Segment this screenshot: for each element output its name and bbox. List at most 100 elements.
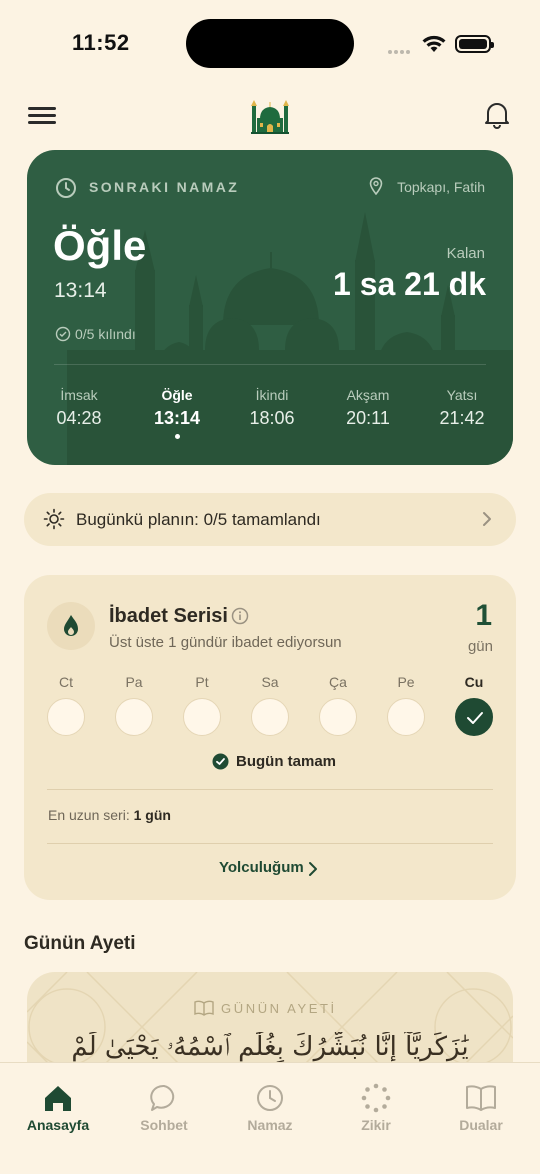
prayer-time-name: Yatsı <box>446 387 478 403</box>
prayer-time-aksam[interactable]: Akşam 20:11 <box>328 387 408 429</box>
sun-icon <box>43 508 65 530</box>
day-label: Ct <box>59 674 73 690</box>
tab-label: Dualar <box>459 1117 503 1133</box>
next-prayer-label: SONRAKI NAMAZ <box>89 179 240 195</box>
day-item[interactable]: Ça <box>319 674 357 736</box>
wifi-icon <box>422 35 446 52</box>
streak-subtitle: Üst üste 1 gündür ibadet ediyorsun <box>109 634 342 651</box>
prayer-time-value: 13:14 <box>153 408 201 428</box>
streak-title: İbadet Serisi <box>109 605 228 627</box>
day-label: Pe <box>397 674 415 690</box>
next-prayer-name: Öğle <box>53 222 147 269</box>
check-circle-icon <box>55 326 71 342</box>
book-icon <box>194 1000 214 1016</box>
bell-icon[interactable] <box>484 101 510 129</box>
prayer-time-value: 04:28 <box>56 408 102 428</box>
day-circle <box>115 698 153 736</box>
flame-icon <box>64 615 78 636</box>
next-prayer-time: 13:14 <box>54 279 107 302</box>
day-label: Ça <box>329 674 347 690</box>
tab-zikir[interactable]: Zikir <box>336 1083 416 1133</box>
day-circle <box>319 698 357 736</box>
divider <box>47 789 493 790</box>
day-item[interactable]: Pe <box>387 674 425 736</box>
prayer-time-name: Öğle <box>161 387 193 403</box>
longest-streak: En uzun seri: 1 gün <box>48 807 171 823</box>
day-circle <box>251 698 289 736</box>
chevron-right-icon <box>483 512 491 526</box>
chevron-right-icon <box>309 862 317 876</box>
prayer-time-yatsi[interactable]: Yatsı 21:42 <box>422 387 502 429</box>
verse-section-heading: Günün Ayeti <box>24 933 136 954</box>
day-item[interactable]: Ct <box>47 674 85 736</box>
performed-count: 0/5 kılındı <box>75 326 136 342</box>
mosque-logo-icon <box>251 100 289 134</box>
day-item[interactable]: Pa <box>115 674 153 736</box>
location-pin-icon <box>369 177 383 195</box>
day-item[interactable]: Sa <box>251 674 289 736</box>
verse-label: GÜNÜN AYETİ <box>221 1001 337 1016</box>
tab-label: Namaz <box>247 1117 293 1133</box>
prayer-time-name: İmsak <box>60 387 98 403</box>
daily-plan-text: Bugünkü planın: 0/5 tamamlandı <box>76 510 321 529</box>
streak-count: 1 <box>475 599 492 632</box>
journey-link[interactable]: Yolculuğum <box>219 859 304 876</box>
prayer-time-ogle[interactable]: Öğle 13:14 <box>137 387 217 439</box>
cellular-signal-icon <box>388 41 412 59</box>
prayer-time-value: 20:11 <box>346 408 390 428</box>
flame-icon-container <box>47 602 95 650</box>
day-label: Sa <box>261 674 279 690</box>
book-icon <box>466 1085 496 1111</box>
status-bar: 11:52 <box>0 0 540 90</box>
tab-label: Zikir <box>361 1117 391 1133</box>
day-circle <box>47 698 85 736</box>
prayer-times-row: İmsak 04:28 Öğle 13:14 İkindi 18:06 Akşa… <box>27 387 513 447</box>
day-circle-completed <box>455 698 493 736</box>
info-icon[interactable] <box>231 607 249 625</box>
dynamic-island <box>186 19 354 68</box>
day-circle <box>183 698 221 736</box>
next-prayer-card[interactable]: SONRAKI NAMAZ Topkapı, Fatih Öğle 13:14 … <box>27 150 513 465</box>
prayer-time-name: Akşam <box>346 387 390 403</box>
prayer-time-value: 18:06 <box>249 408 295 428</box>
tab-sohbet[interactable]: Sohbet <box>124 1083 204 1133</box>
checkmark-icon <box>467 712 483 724</box>
remaining-label: Kalan <box>446 245 485 262</box>
status-time: 11:52 <box>72 30 130 55</box>
streak-unit: gün <box>467 638 493 655</box>
remaining-time: 1 sa 21 dk <box>333 266 486 302</box>
tab-anasayfa[interactable]: Anasayfa <box>18 1083 98 1133</box>
day-label: Pt <box>195 674 209 690</box>
divider <box>47 843 493 844</box>
divider <box>54 364 486 365</box>
tab-label: Anasayfa <box>26 1117 90 1133</box>
bottom-tab-bar: Anasayfa Sohbet Namaz Zikir Dualar <box>0 1062 540 1174</box>
day-item[interactable]: Pt <box>183 674 221 736</box>
location-text[interactable]: Topkapı, Fatih <box>397 179 485 195</box>
prayer-time-value: 21:42 <box>439 408 485 428</box>
prayer-time-ikindi[interactable]: İkindi 18:06 <box>232 387 312 429</box>
daily-plan-bar[interactable]: Bugünkü planın: 0/5 tamamlandı <box>24 493 516 546</box>
week-days-row: Ct Pa Pt Sa Ça Pe Cu <box>47 674 493 744</box>
prayer-time-imsak[interactable]: İmsak 04:28 <box>39 387 119 429</box>
day-label: Pa <box>125 674 143 690</box>
active-indicator <box>174 434 180 439</box>
menu-icon[interactable] <box>28 104 56 128</box>
day-circle <box>387 698 425 736</box>
longest-streak-label: En uzun seri: <box>48 807 130 823</box>
clock-icon <box>257 1085 283 1111</box>
longest-streak-value: 1 gün <box>133 807 171 823</box>
day-item-today[interactable]: Cu <box>455 674 493 736</box>
clock-icon <box>56 178 76 198</box>
tab-label: Sohbet <box>140 1117 188 1133</box>
worship-streak-card: İbadet Serisi Üst üste 1 gündür ibadet e… <box>24 575 516 900</box>
tab-namaz[interactable]: Namaz <box>230 1083 310 1133</box>
prayer-beads-icon <box>361 1083 391 1113</box>
verse-arabic-text: يَٰزَكَرِيَّآ إِنَّا نُبَشِّرُكَ بِغُلَٰ… <box>71 1032 469 1062</box>
prayer-time-name: İkindi <box>255 387 289 403</box>
tab-dualar[interactable]: Dualar <box>441 1083 521 1133</box>
today-status: Bugün tamam <box>236 753 337 770</box>
battery-icon <box>455 35 494 53</box>
chat-icon <box>150 1084 175 1111</box>
day-label: Cu <box>464 674 484 690</box>
